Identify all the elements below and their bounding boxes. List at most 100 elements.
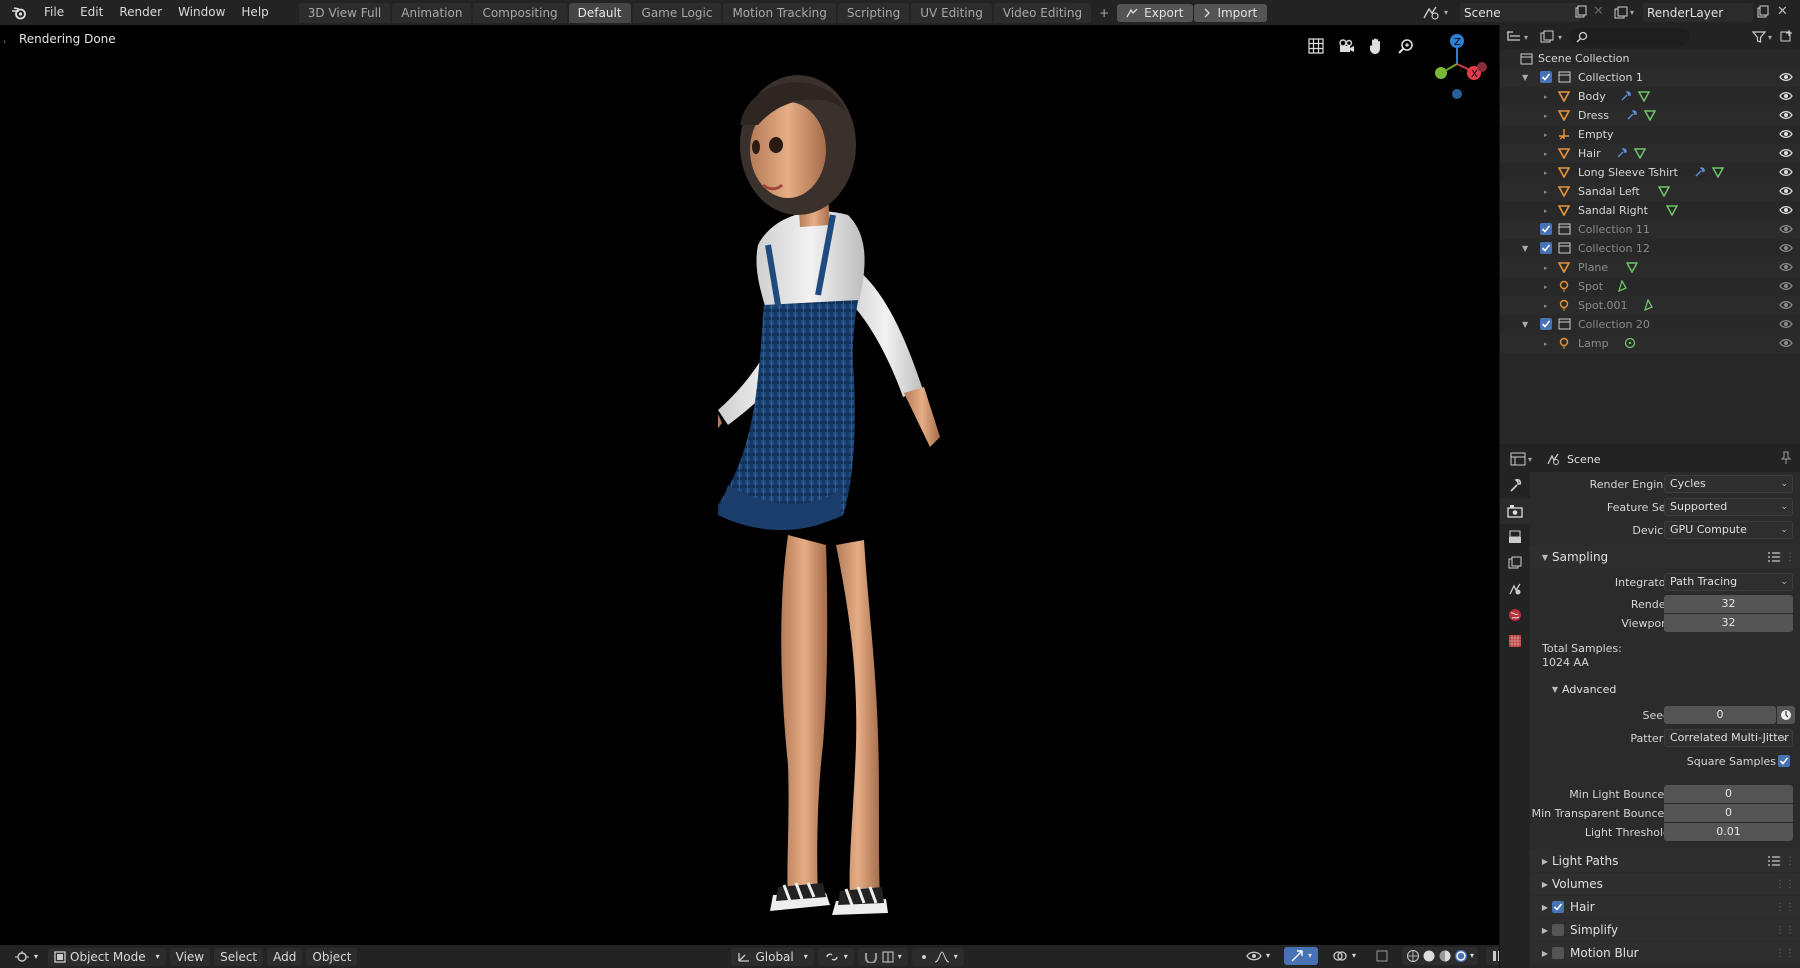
outliner-item-sandal-right[interactable]: ▸ Sandal Right [1500, 201, 1800, 220]
overlays-toggle[interactable]: ▾ [1326, 947, 1362, 965]
3d-viewport[interactable]: › Rendering Done Z X [0, 25, 1499, 945]
wireframe-shading-icon[interactable] [1406, 949, 1420, 963]
delete-view-layer-icon[interactable]: ✕ [1777, 4, 1788, 19]
scene-name-field[interactable]: Scene [1460, 3, 1580, 22]
import-button[interactable]: Import [1194, 3, 1268, 22]
sampling-panel-header[interactable]: ▼ Sampling ⋮⋮ [1530, 546, 1800, 568]
outliner-item-spot-001[interactable]: ▸ Spot.001 [1500, 296, 1800, 315]
wrench-icon[interactable] [1694, 166, 1706, 181]
texture-tab-icon[interactable] [1500, 628, 1530, 654]
scene-collection-row[interactable]: Scene Collection [1500, 49, 1800, 68]
hair-checkbox[interactable] [1552, 901, 1564, 913]
workspace-tab-compositing[interactable]: Compositing [473, 2, 567, 23]
collapsed-arrow-icon[interactable]: ▸ [1544, 131, 1548, 139]
tool-settings-tab-icon[interactable] [1500, 472, 1530, 498]
filter-icon[interactable]: ▾ [1751, 30, 1772, 44]
workspace-tab-3d-view-full[interactable]: 3D View Full [298, 2, 391, 23]
gizmo-toggle[interactable]: ▾ [1284, 947, 1319, 965]
new-collection-icon[interactable] [1780, 29, 1794, 46]
wrench-icon[interactable] [1620, 90, 1632, 105]
outliner-item-lamp[interactable]: ▸ Lamp [1500, 334, 1800, 353]
outliner-item-collection-11[interactable]: Collection 11 [1500, 220, 1800, 239]
visibility-eye-icon[interactable] [1779, 299, 1793, 314]
outliner-item-collection-12[interactable]: ▼ Collection 12 [1500, 239, 1800, 258]
outliner-item-sandal-left[interactable]: ▸ Sandal Left [1500, 182, 1800, 201]
mesh-data-icon[interactable] [1665, 204, 1679, 219]
pin-icon[interactable] [1780, 450, 1792, 468]
drag-handle-icon[interactable]: ⋮⋮ [1775, 925, 1795, 936]
lamp-data-icon[interactable] [1624, 337, 1636, 352]
outliner-item-empty[interactable]: ▸ Empty [1500, 125, 1800, 144]
render-tab-icon[interactable] [1500, 498, 1530, 524]
outliner-item-body[interactable]: ▸ Body [1500, 87, 1800, 106]
menu-window[interactable]: Window [170, 5, 233, 19]
outliner-item-spot[interactable]: ▸ Spot [1500, 277, 1800, 296]
scene-tab-icon[interactable] [1500, 576, 1530, 602]
workspace-tab-uv-editing[interactable]: UV Editing [911, 2, 992, 23]
workspace-tab-animation[interactable]: Animation [392, 2, 472, 23]
solid-shading-icon[interactable] [1422, 949, 1436, 963]
select-menu[interactable]: Select [214, 947, 264, 966]
menu-render[interactable]: Render [111, 5, 170, 19]
menu-file[interactable]: File [36, 5, 72, 19]
min-transparent-bounces-field[interactable]: 0 [1664, 804, 1793, 822]
workspace-tab-video-editing[interactable]: Video Editing [993, 2, 1092, 23]
add-workspace-button[interactable]: + [1093, 3, 1115, 23]
collapsed-arrow-icon[interactable]: ▸ [1544, 283, 1548, 291]
visibility-eye-icon[interactable] [1779, 109, 1793, 124]
mesh-data-icon[interactable] [1625, 261, 1639, 276]
collapsed-arrow-icon[interactable]: ▸ [1544, 150, 1548, 158]
visibility-dropdown[interactable]: ▾ [1240, 947, 1276, 965]
grid-toggle-icon[interactable] [1305, 35, 1327, 57]
simplify-panel-header[interactable]: ▶ Simplify ⋮⋮ [1530, 919, 1800, 941]
motion-blur-checkbox[interactable] [1552, 947, 1564, 959]
collection-include-checkbox[interactable] [1540, 223, 1552, 235]
new-scene-icon[interactable] [1574, 5, 1588, 22]
outliner-search-input[interactable] [1570, 28, 1691, 46]
drag-handle-icon[interactable]: ⋮⋮ [1775, 902, 1795, 913]
simplify-checkbox[interactable] [1552, 924, 1564, 936]
view-layer-browse-button[interactable]: ▾ [1614, 3, 1646, 22]
seed-animate-toggle[interactable] [1777, 706, 1795, 724]
menu-help[interactable]: Help [233, 5, 276, 19]
visibility-eye-icon[interactable] [1779, 261, 1793, 276]
visibility-eye-icon[interactable] [1779, 280, 1793, 295]
blender-logo-icon[interactable] [8, 2, 30, 24]
volumes-panel-header[interactable]: ▶ Volumes ⋮⋮ [1530, 873, 1800, 895]
collection-include-checkbox[interactable] [1540, 242, 1552, 254]
visibility-eye-icon[interactable] [1779, 204, 1793, 219]
outliner-editor-type-icon[interactable]: ▾ [1506, 30, 1528, 44]
workspace-tab-scripting[interactable]: Scripting [837, 2, 910, 23]
mesh-data-icon[interactable] [1657, 185, 1671, 200]
outliner-item-long-sleeve-tshirt[interactable]: ▸ Long Sleeve Tshirt [1500, 163, 1800, 182]
light-threshold-field[interactable]: 0.01 [1664, 823, 1793, 841]
snap-toggle[interactable]: ▾ [857, 947, 908, 966]
pivot-point-dropdown[interactable]: ▾ [817, 947, 854, 966]
light-data-icon[interactable] [1642, 298, 1654, 314]
new-view-layer-icon[interactable] [1756, 5, 1770, 22]
visibility-eye-icon[interactable] [1779, 128, 1793, 143]
workspace-tab-motion-tracking[interactable]: Motion Tracking [723, 2, 836, 23]
mesh-data-icon[interactable] [1711, 166, 1725, 181]
seed-field[interactable]: 0 [1664, 706, 1776, 724]
view-menu[interactable]: View [169, 947, 211, 966]
outliner-item-collection-1[interactable]: ▼ Collection 1 [1500, 68, 1800, 87]
feature-set-dropdown[interactable]: Supported ⌄ [1664, 498, 1793, 516]
collapsed-arrow-icon[interactable]: ▸ [1544, 112, 1548, 120]
pan-hand-icon[interactable] [1365, 35, 1387, 57]
mesh-data-icon[interactable] [1637, 90, 1651, 105]
delete-scene-icon[interactable]: ✕ [1593, 4, 1604, 19]
expand-arrow-icon[interactable]: ▼ [1522, 73, 1528, 82]
outliner-item-hair[interactable]: ▸ Hair [1500, 144, 1800, 163]
min-light-bounces-field[interactable]: 0 [1664, 785, 1793, 803]
advanced-subpanel-header[interactable]: ▼ Advanced [1530, 678, 1800, 700]
expand-arrow-icon[interactable]: ▼ [1522, 320, 1528, 329]
drag-handle-icon[interactable]: ⋮⋮ [1775, 948, 1795, 959]
render-samples-field[interactable]: 32 [1664, 595, 1793, 613]
collapsed-arrow-icon[interactable]: ▸ [1544, 188, 1548, 196]
device-dropdown[interactable]: GPU Compute ⌄ [1664, 521, 1793, 539]
xray-toggle[interactable] [1370, 947, 1394, 965]
visibility-eye-icon[interactable] [1779, 71, 1793, 86]
drag-handle-icon[interactable]: ⋮⋮ [1775, 879, 1795, 890]
transform-orientation-dropdown[interactable]: Global ▾ [731, 947, 814, 966]
